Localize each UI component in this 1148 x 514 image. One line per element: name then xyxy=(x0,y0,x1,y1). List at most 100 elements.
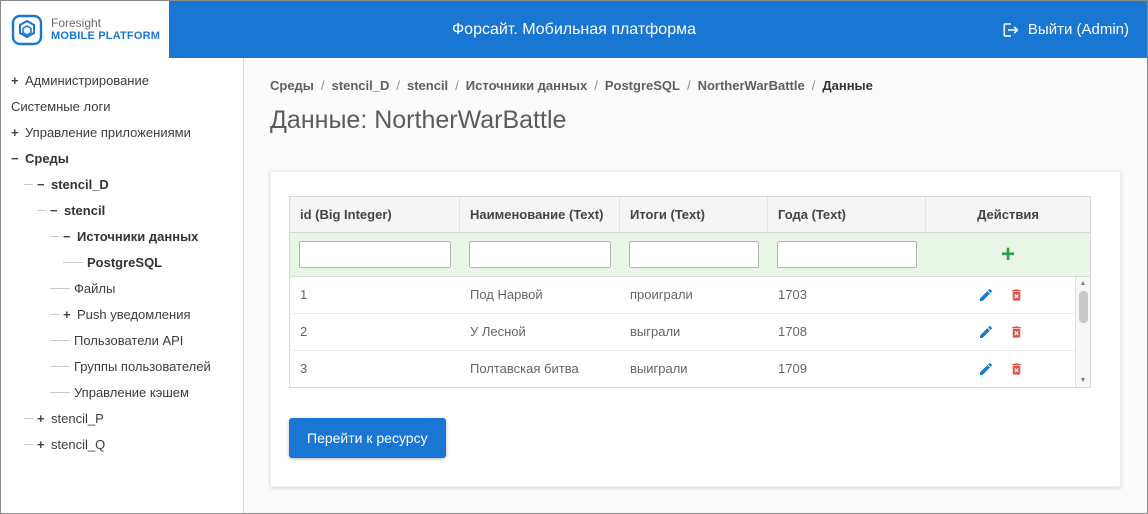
data-table: id (Big Integer) Наименование (Text) Итоги… xyxy=(289,196,1091,388)
scroll-up-icon[interactable]: ▲ xyxy=(1080,279,1087,288)
row-actions xyxy=(926,314,1075,350)
sidebar-item[interactable]: + Push уведомления xyxy=(1,301,243,327)
sidebar-item[interactable]: Группы пользователей xyxy=(1,353,243,379)
sidebar-item-label: Управление кэшем xyxy=(74,384,189,400)
table-row: 2 У Лесной выграли 1708 xyxy=(290,314,1075,351)
sidebar-item[interactable]: Пользователи API xyxy=(1,327,243,353)
filter-input-col3[interactable] xyxy=(777,241,917,268)
delete-icon[interactable] xyxy=(1009,324,1024,340)
column-header[interactable]: id (Big Integer) xyxy=(290,197,460,232)
sidebar-item-label: Среды xyxy=(25,150,69,166)
sidebar-item[interactable]: + stencil_P xyxy=(1,405,243,431)
filter-input-col2[interactable] xyxy=(629,241,759,268)
table-cell: 1708 xyxy=(778,324,807,339)
sidebar-item[interactable]: − Среды xyxy=(1,145,243,171)
filter-cell xyxy=(768,239,926,270)
breadcrumb-item[interactable]: Среды xyxy=(270,78,314,93)
collapse-icon[interactable]: − xyxy=(63,229,77,244)
table-cell: 3 xyxy=(300,361,308,376)
table-cell: 1703 xyxy=(778,287,807,302)
filter-cell xyxy=(620,239,768,270)
tree-connector xyxy=(50,287,70,289)
expand-icon[interactable]: + xyxy=(63,307,77,322)
table-cell: У Лесной xyxy=(470,324,526,339)
edit-icon[interactable] xyxy=(978,361,994,377)
expand-icon[interactable]: + xyxy=(37,437,51,452)
breadcrumb-item[interactable]: NortherWarBattle xyxy=(698,78,805,93)
table-header-row: id (Big Integer) Наименование (Text) Итоги… xyxy=(290,197,1090,233)
table-cell: Под Нарвой xyxy=(470,287,543,302)
sidebar-item-label: Системные логи xyxy=(11,98,111,114)
breadcrumb-item[interactable]: stencil xyxy=(407,78,448,93)
column-header[interactable]: Наименование (Text) xyxy=(460,197,620,232)
table-scrollbar[interactable]: ▲ ▼ xyxy=(1075,277,1090,387)
delete-icon[interactable] xyxy=(1009,287,1024,303)
expand-icon[interactable]: + xyxy=(37,411,51,426)
tree-connector xyxy=(63,261,83,263)
logo[interactable]: Foresight MOBILE PLATFORM xyxy=(1,1,169,58)
filter-input-col1[interactable] xyxy=(469,241,611,268)
main-content: Среды / stencil_D / stencil / Источники данных… xyxy=(244,58,1147,513)
add-row-button[interactable]: + xyxy=(935,242,1081,267)
table-cell: выграли xyxy=(630,324,681,339)
tree-connector xyxy=(24,183,33,185)
column-header[interactable]: Года (Text) xyxy=(768,197,926,232)
logo-subtitle: MOBILE PLATFORM xyxy=(51,30,161,43)
content-area: + Администрирование Системные логи + Управле… xyxy=(1,58,1147,513)
go-to-resource-button[interactable]: Перейти к ресурсу xyxy=(289,418,446,458)
sidebar-tree: + Администрирование Системные логи + Управле… xyxy=(1,67,243,457)
sidebar-item[interactable]: Системные логи xyxy=(1,93,243,119)
filter-input-col0[interactable] xyxy=(299,241,451,268)
sidebar-item-label: Push уведомления xyxy=(77,306,191,322)
column-header[interactable]: Итоги (Text) xyxy=(620,197,768,232)
data-card: id (Big Integer) Наименование (Text) Итоги… xyxy=(270,171,1121,487)
sidebar-item[interactable]: − stencil_D xyxy=(1,171,243,197)
sidebar-item[interactable]: PostgreSQL xyxy=(1,249,243,275)
collapse-icon[interactable]: − xyxy=(11,151,25,166)
sidebar-item[interactable]: Файлы xyxy=(1,275,243,301)
sidebar-item[interactable]: + stencil_Q xyxy=(1,431,243,457)
table-cell: 1 xyxy=(300,287,308,302)
sidebar-item-label: Источники данных xyxy=(77,228,199,244)
sidebar: + Администрирование Системные логи + Управле… xyxy=(1,58,244,513)
breadcrumb-separator: / xyxy=(396,78,400,93)
sidebar-item-label: stencil_Q xyxy=(51,436,106,452)
breadcrumb-item[interactable]: stencil_D xyxy=(332,78,390,93)
column-header[interactable]: Действия xyxy=(926,197,1090,232)
breadcrumb-item[interactable]: Источники данных xyxy=(466,78,587,93)
tree-connector xyxy=(50,391,70,393)
row-actions xyxy=(926,351,1075,387)
sidebar-item[interactable]: + Администрирование xyxy=(1,67,243,93)
scrollbar-thumb[interactable] xyxy=(1078,291,1088,323)
tree-connector xyxy=(50,365,70,367)
expand-icon[interactable]: + xyxy=(11,125,25,140)
sidebar-item-label: Группы пользователей xyxy=(74,358,211,374)
row-actions xyxy=(926,277,1075,313)
edit-icon[interactable] xyxy=(978,324,994,340)
sidebar-item[interactable]: + Управление приложениями xyxy=(1,119,243,145)
app-title: Форсайт. Мобильная платформа xyxy=(452,20,696,38)
logout-button[interactable]: Выйти (Admin) xyxy=(1002,21,1147,39)
logo-title: Foresight xyxy=(51,15,102,30)
sidebar-item[interactable]: − Источники данных xyxy=(1,223,243,249)
breadcrumb-item[interactable]: PostgreSQL xyxy=(605,78,680,93)
sidebar-item-label: Управление приложениями xyxy=(25,124,191,140)
filter-cell xyxy=(290,239,460,270)
table-rows: 1 Под Нарвой проиграли 1703 2 У Лесной выграли… xyxy=(290,277,1075,387)
sidebar-item-label: PostgreSQL xyxy=(87,254,163,270)
delete-icon[interactable] xyxy=(1009,361,1024,377)
sidebar-item[interactable]: − stencil xyxy=(1,197,243,223)
scroll-down-icon[interactable]: ▼ xyxy=(1080,376,1087,385)
tree-connector xyxy=(24,443,33,445)
collapse-icon[interactable]: − xyxy=(37,177,51,192)
table-row: 1 Под Нарвой проиграли 1703 xyxy=(290,277,1075,314)
breadcrumb-separator: / xyxy=(455,78,459,93)
edit-icon[interactable] xyxy=(978,287,994,303)
sidebar-item-label: stencil_P xyxy=(51,410,104,426)
sidebar-item[interactable]: Управление кэшем xyxy=(1,379,243,405)
table-filter-row: + xyxy=(290,233,1090,277)
breadcrumb-separator: / xyxy=(320,78,325,93)
collapse-icon[interactable]: − xyxy=(50,203,64,218)
expand-icon[interactable]: + xyxy=(11,73,25,88)
sidebar-item-label: Файлы xyxy=(74,280,116,296)
